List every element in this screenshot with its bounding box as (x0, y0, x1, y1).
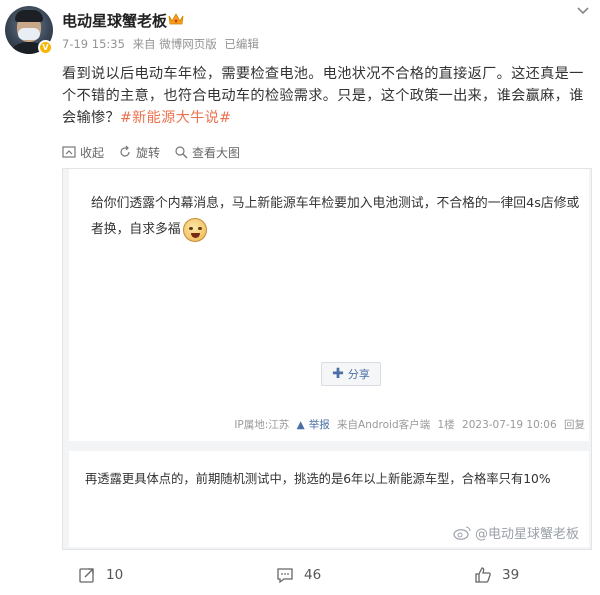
reply-link[interactable]: 回复 (564, 419, 585, 431)
forum-reply-text: 再透露更具体点的，前期随机测试中，挑选的是6年以上新能源车型，合格率只有10% (85, 472, 551, 486)
report-label: 举报 (308, 419, 330, 431)
collapse-icon (62, 146, 76, 158)
verified-badge-icon: V (38, 40, 53, 55)
repost-button[interactable]: 10 (78, 566, 123, 584)
view-large-label: 查看大图 (192, 145, 241, 160)
floor-number: 1楼 (437, 419, 455, 431)
share-button[interactable]: ✚ 分享 (321, 362, 381, 386)
ip-location: IP属地:江苏 (234, 419, 290, 431)
plus-icon: ✚ (332, 366, 344, 382)
username[interactable]: 电动星球蟹老板 (62, 10, 167, 31)
post-header: V 电动星球蟹老板 7-19 15:35 来自 微博网页版 已编辑 (0, 0, 600, 64)
grimace-emoji-icon (182, 217, 207, 242)
rotate-button[interactable]: 旋转 (118, 142, 160, 162)
like-count: 39 (502, 567, 520, 583)
forum-post-card: 给你们透露个内幕消息，马上新能源车年检要加入电池测试，不合格的一律回4s店修或者… (69, 169, 589, 441)
weibo-logo-icon (453, 526, 471, 540)
client-source: 来自Android客户端 (337, 419, 431, 431)
comment-icon (277, 568, 293, 584)
comment-count: 46 (304, 567, 322, 583)
repost-count: 10 (106, 567, 124, 583)
share-label: 分享 (347, 368, 370, 381)
chevron-down-icon[interactable] (576, 6, 590, 16)
view-large-button[interactable]: 查看大图 (174, 142, 240, 162)
report-link[interactable]: ▲ 举报 (297, 419, 330, 431)
post-actions: 10 46 39 (0, 566, 600, 590)
rotate-icon (120, 145, 130, 157)
embedded-image[interactable]: 给你们透露个内幕消息，马上新能源车年检要加入电池测试，不合格的一律回4s店修或者… (62, 168, 592, 550)
post-body: 看到说以后电动车年检，需要检查电池。电池状况不合格的直接返厂。这还真是一个不错的… (62, 63, 592, 129)
post-source: 来自 微博网页版 (132, 37, 217, 51)
crown-icon (168, 13, 184, 25)
rotate-label: 旋转 (136, 145, 161, 160)
comment-button[interactable]: 46 (276, 566, 321, 584)
watermark-text: @电动星球蟹老板 (474, 527, 579, 542)
edited-label[interactable]: 已编辑 (224, 37, 259, 51)
forum-post-time: 2023-07-19 10:06 (462, 419, 557, 431)
forum-post-content: 给你们透露个内幕消息，马上新能源车年检要加入电池测试，不合格的一律回4s店修或者… (91, 196, 580, 237)
collapse-label: 收起 (80, 145, 105, 160)
forum-reply-card: 再透露更具体点的，前期随机测试中，挑选的是6年以上新能源车型，合格率只有10% … (69, 451, 589, 547)
forum-post-meta: IP属地:江苏 ▲ 举报 来自Android客户端 1楼 2023-07-19 1… (69, 417, 589, 432)
weibo-watermark: @电动星球蟹老板 (453, 523, 579, 542)
forum-post-text: 给你们透露个内幕消息，马上新能源车年检要加入电池测试，不合格的一律回4s店修或者… (91, 191, 581, 243)
magnify-icon (175, 146, 188, 159)
post-time[interactable]: 7-19 15:35 (62, 37, 125, 51)
collapse-button[interactable]: 收起 (62, 142, 104, 162)
repost-icon (79, 568, 94, 583)
image-toolbar: 收起 旋转 查看大图 (62, 142, 240, 162)
like-button[interactable]: 39 (474, 566, 519, 584)
thumbs-up-icon (475, 567, 491, 583)
hashtag-link[interactable]: #新能源大牛说# (120, 110, 231, 126)
post-meta: 7-19 15:35 来自 微博网页版 已编辑 (62, 36, 263, 52)
